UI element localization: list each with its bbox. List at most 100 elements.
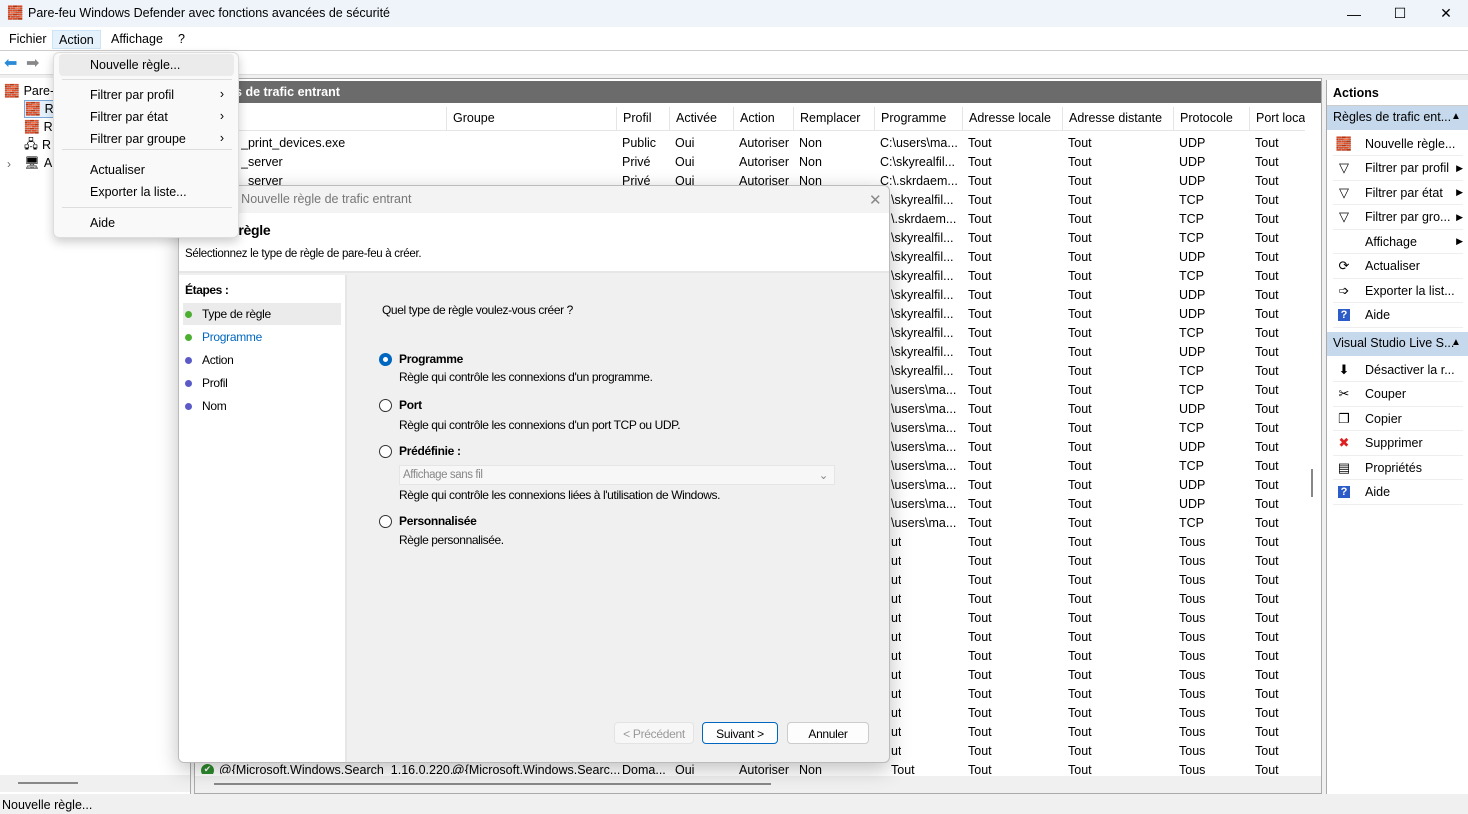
column-header[interactable]: Remplacer (793, 107, 874, 131)
cell: Tout (968, 478, 992, 492)
tree-hscrollbar[interactable] (0, 775, 190, 792)
scroll-thumb[interactable] (214, 783, 771, 785)
collapse-icon[interactable]: ▲ (1451, 337, 1461, 348)
cell: Tout (1068, 402, 1092, 416)
column-header[interactable]: Profil (616, 107, 669, 131)
action-item[interactable]: ▽ Filtrer par état ▶ (1333, 181, 1463, 205)
option-label[interactable]: Personnalisée (399, 514, 477, 528)
action-item[interactable]: ✖ Supprimer (1333, 432, 1463, 456)
step-item[interactable]: Nom (183, 395, 341, 417)
table-row[interactable]: _server Privé Oui Autoriser Non C:\skyrealfil… (195, 153, 1305, 172)
cell: Tout (1255, 478, 1279, 492)
column-header[interactable]: Adresse distante (1062, 107, 1173, 131)
option-label[interactable]: Port (399, 398, 422, 412)
action-item[interactable]: ⬇ Désactiver la r... (1333, 358, 1463, 382)
cell: Tous (1179, 763, 1206, 774)
cell: Tout (1255, 763, 1279, 774)
action-item[interactable]: ⟳ Actualiser (1333, 255, 1463, 279)
rule-type-radio[interactable] (379, 399, 392, 412)
column-header[interactable]: Adresse locale (962, 107, 1062, 131)
rule-type-radio[interactable] (379, 353, 392, 366)
menu-item[interactable]: Filtrer par profil › (59, 84, 234, 106)
menu-item[interactable]: Actualiser (59, 159, 234, 181)
chevron-right-icon[interactable]: › (7, 157, 11, 171)
steps-label: Étapes : (185, 283, 229, 297)
action-item[interactable]: 🧱 Nouvelle règle... (1333, 132, 1463, 156)
tree-root[interactable]: 🧱 Pare- (4, 82, 54, 100)
cell: ut (891, 706, 902, 720)
menu-help[interactable]: ? (172, 30, 191, 49)
action-item[interactable]: ▽ Filtrer par gro... ▶ (1333, 206, 1463, 230)
back-icon[interactable]: ⬅ (4, 53, 17, 73)
collapse-icon[interactable]: ▲ (1451, 111, 1461, 122)
cell: \skyrealfil... (891, 345, 954, 359)
cell: Tout (1255, 155, 1279, 169)
tree-monitoring[interactable]: 🖥 A (24, 154, 52, 172)
cell: Tout (968, 174, 992, 188)
horizontal-scrollbar[interactable] (195, 776, 1321, 793)
tree-outbound-rules[interactable]: 🧱 R (24, 118, 53, 136)
option-label[interactable]: Prédéfinie : (399, 444, 461, 458)
column-header[interactable]: Groupe (446, 107, 616, 131)
column-header[interactable]: Action (733, 107, 793, 131)
column-header[interactable]: Protocole (1173, 107, 1249, 131)
scroll-thumb[interactable] (1311, 469, 1313, 497)
menu-affichage[interactable]: Affichage (105, 30, 169, 49)
next-button[interactable]: Suivant > (702, 722, 778, 744)
menu-item[interactable]: Filtrer par état › (59, 106, 234, 128)
minimize-button[interactable]: — (1331, 0, 1377, 27)
previous-button[interactable]: < Précédent (614, 722, 694, 744)
cell: Autoriser (739, 763, 790, 774)
action-item[interactable]: ? Aide (1333, 481, 1463, 505)
close-button[interactable]: ✕ (1423, 0, 1468, 27)
maximize-button[interactable]: ☐ (1377, 0, 1423, 27)
predefined-dropdown[interactable]: Affichage sans fil ⌄ (399, 465, 835, 485)
action-item[interactable]: ▤ Propriétés (1333, 456, 1463, 480)
action-item[interactable]: ➩ Exporter la list... (1333, 279, 1463, 303)
menu-item[interactable]: Filtrer par groupe › (59, 128, 234, 150)
actions-section-header[interactable]: Visual Studio Live S... (1327, 332, 1468, 356)
forward-icon[interactable]: ➡ (26, 53, 39, 73)
step-item[interactable]: Programme (183, 326, 341, 348)
cancel-button[interactable]: Annuler (787, 722, 869, 744)
vertical-scrollbar[interactable] (1305, 107, 1321, 777)
action-item[interactable]: ❐ Copier (1333, 407, 1463, 431)
column-header[interactable]: Port loca (1249, 107, 1305, 131)
table-row[interactable]: _print_devices.exe Public Oui Autoriser Non C… (195, 134, 1305, 153)
action-item[interactable]: ▽ Filtrer par profil ▶ (1333, 157, 1463, 181)
cell: \users\ma... (891, 383, 957, 397)
cell: Non (799, 136, 822, 150)
menu-item[interactable]: Aide (59, 212, 234, 234)
action-label: Copier (1365, 411, 1402, 426)
step-item[interactable]: Profil (183, 372, 341, 394)
actions-title: Actions (1327, 82, 1468, 106)
action-item[interactable]: ? Aide (1333, 304, 1463, 328)
menu-separator (62, 149, 232, 150)
actions-section-header[interactable]: Règles de trafic ent... (1327, 106, 1468, 130)
tree-connection-rules[interactable]: 🖧 R (24, 136, 51, 154)
menu-item[interactable]: Exporter la liste... (59, 181, 234, 203)
cell: Tout (968, 269, 992, 283)
menu-separator (62, 79, 232, 80)
rule-type-radio[interactable] (379, 515, 392, 528)
step-bullet-icon (185, 379, 192, 387)
cell: ut (891, 554, 902, 568)
action-item[interactable]: ✂ Couper (1333, 383, 1463, 407)
step-item[interactable]: Type de règle (183, 303, 341, 325)
column-header[interactable]: Programme (874, 107, 962, 131)
option-label[interactable]: Programme (399, 352, 463, 366)
column-header[interactable]: Activée (669, 107, 733, 131)
menu-fichier[interactable]: Fichier (3, 30, 53, 49)
divider (345, 275, 347, 762)
menu-item[interactable]: Nouvelle règle... (59, 54, 234, 76)
action-item[interactable]: Affichage ▶ (1333, 230, 1463, 254)
step-item[interactable]: Action (183, 349, 341, 371)
rule-type-radio[interactable] (379, 445, 392, 458)
dialog-close-button[interactable]: ✕ (869, 191, 882, 209)
scroll-thumb[interactable] (18, 782, 78, 784)
tree-inbound-rules[interactable]: 🧱 R (24, 100, 55, 118)
menu-action[interactable]: Action (52, 30, 101, 49)
cell: _server (241, 155, 283, 169)
action-label: Supprimer (1365, 436, 1423, 450)
cell: Tout (1068, 326, 1092, 340)
